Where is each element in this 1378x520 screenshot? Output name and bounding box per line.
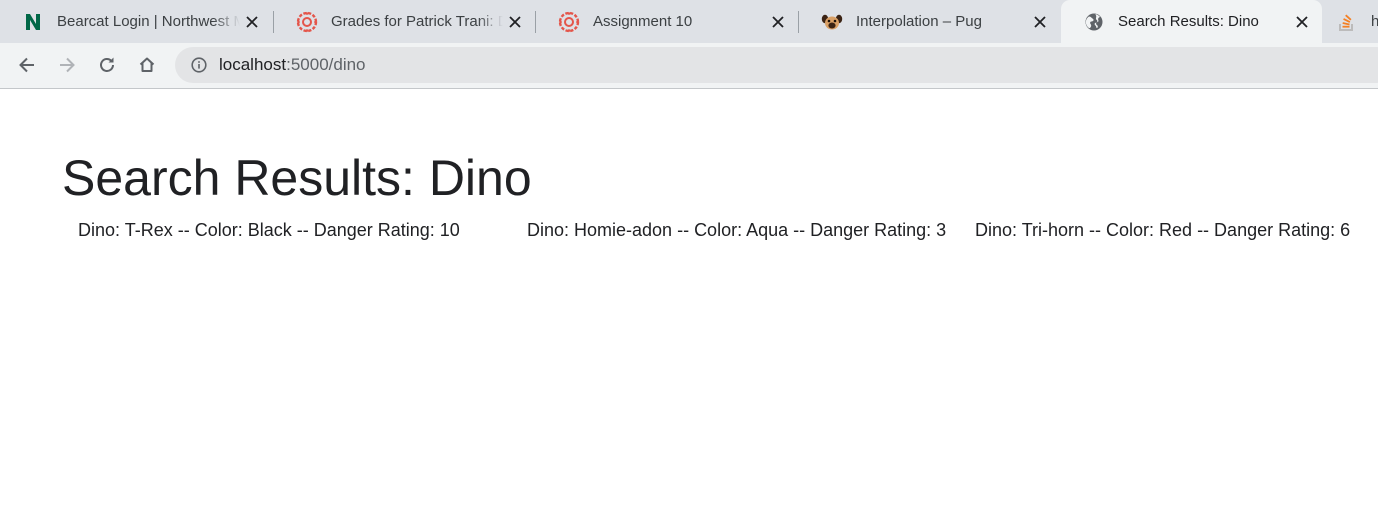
northwest-n-icon (22, 11, 44, 33)
browser-toolbar: localhost:5000/dino (0, 43, 1378, 89)
page-title: Search Results: Dino (62, 150, 532, 206)
close-icon[interactable] (240, 10, 264, 34)
reload-icon (100, 57, 114, 72)
list-item: Dino: Tri-horn -- Color: Red -- Danger R… (975, 220, 1351, 240)
home-icon (139, 57, 155, 72)
back-button[interactable] (12, 50, 42, 80)
tab-search-results-dino[interactable]: Search Results: Dino (1061, 0, 1322, 43)
list-item: Dino: T-Rex -- Color: Black -- Danger Ra… (78, 220, 460, 240)
list-item: Dino: Homie-adon -- Color: Aqua -- Dange… (527, 220, 947, 240)
results-list: Dino: T-Rex -- Color: Black -- Danger Ra… (0, 220, 1378, 244)
tab-title: Bearcat Login | Northwest Missouri State… (57, 13, 240, 30)
back-arrow-icon (19, 57, 34, 73)
tab-title: Grades for Patrick Trani: DEV (331, 13, 503, 30)
stackoverflow-icon (1336, 11, 1358, 33)
canvas-icon (558, 11, 580, 33)
tab-title: Search Results: Dino (1118, 13, 1259, 30)
tab-grades[interactable]: Grades for Patrick Trani: DEV (274, 0, 535, 43)
close-icon[interactable] (766, 10, 790, 34)
forward-arrow-icon (60, 57, 75, 73)
tab-stackoverflow[interactable]: ht (1323, 0, 1378, 43)
reload-button[interactable] (92, 50, 122, 80)
tab-title: Interpolation – Pug (856, 13, 982, 30)
url-path: :5000/dino (286, 55, 366, 74)
close-icon[interactable] (1290, 10, 1314, 34)
tab-title: ht (1371, 13, 1378, 30)
info-icon[interactable] (188, 54, 210, 76)
globe-icon (1083, 11, 1105, 33)
address-bar[interactable]: localhost:5000/dino (175, 47, 1378, 83)
pug-icon (821, 11, 843, 33)
tab-assignment-10[interactable]: Assignment 10 (536, 0, 798, 43)
tab-bearcat-login[interactable]: Bearcat Login | Northwest Missouri State… (0, 0, 272, 43)
tab-strip: Bearcat Login | Northwest Missouri State… (0, 0, 1378, 43)
address-url: localhost:5000/dino (219, 55, 366, 75)
close-icon[interactable] (503, 10, 527, 34)
url-host: localhost (219, 55, 287, 74)
tab-interpolation-pug[interactable]: Interpolation – Pug (799, 0, 1060, 43)
home-button[interactable] (132, 50, 162, 80)
forward-button[interactable] (52, 50, 82, 80)
close-icon[interactable] (1028, 10, 1052, 34)
tab-title: Assignment 10 (593, 13, 693, 30)
canvas-icon (296, 11, 318, 33)
